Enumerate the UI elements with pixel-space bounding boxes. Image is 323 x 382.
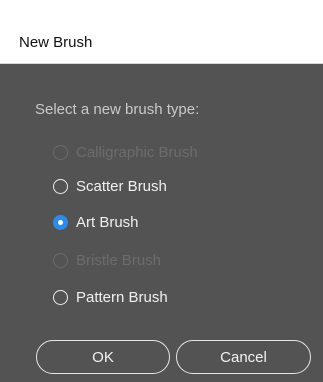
new-brush-dialog: New Brush Select a new brush type: Calli… xyxy=(0,0,323,382)
radio-button-icon xyxy=(53,252,68,268)
option-label: Bristle Brush xyxy=(76,251,162,269)
option-calligraphic-brush: Calligraphic Brush xyxy=(53,141,198,163)
radio-button-icon[interactable] xyxy=(53,289,68,305)
radio-button-icon xyxy=(53,144,68,160)
option-scatter-brush[interactable]: Scatter Brush xyxy=(53,175,167,197)
ok-button[interactable]: OK xyxy=(36,340,170,374)
dialog-title: New Brush xyxy=(19,34,93,51)
radio-button-icon[interactable] xyxy=(53,178,68,194)
radio-selected-icon[interactable] xyxy=(53,214,68,230)
option-label[interactable]: Art Brush xyxy=(76,214,139,231)
option-bristle-brush: Bristle Brush xyxy=(53,249,161,271)
brush-type-prompt: Select a new brush type: xyxy=(35,101,200,118)
title-bar[interactable]: New Brush xyxy=(0,0,323,64)
dialog-body: Select a new brush type: Calligraphic Br… xyxy=(0,64,323,382)
cancel-button[interactable]: Cancel xyxy=(176,340,311,374)
option-art-brush[interactable]: Art Brush xyxy=(53,211,139,233)
option-pattern-brush[interactable]: Pattern Brush xyxy=(53,286,168,308)
option-label: Calligraphic Brush xyxy=(76,143,198,161)
option-label[interactable]: Scatter Brush xyxy=(76,178,167,195)
option-label[interactable]: Pattern Brush xyxy=(76,289,168,306)
